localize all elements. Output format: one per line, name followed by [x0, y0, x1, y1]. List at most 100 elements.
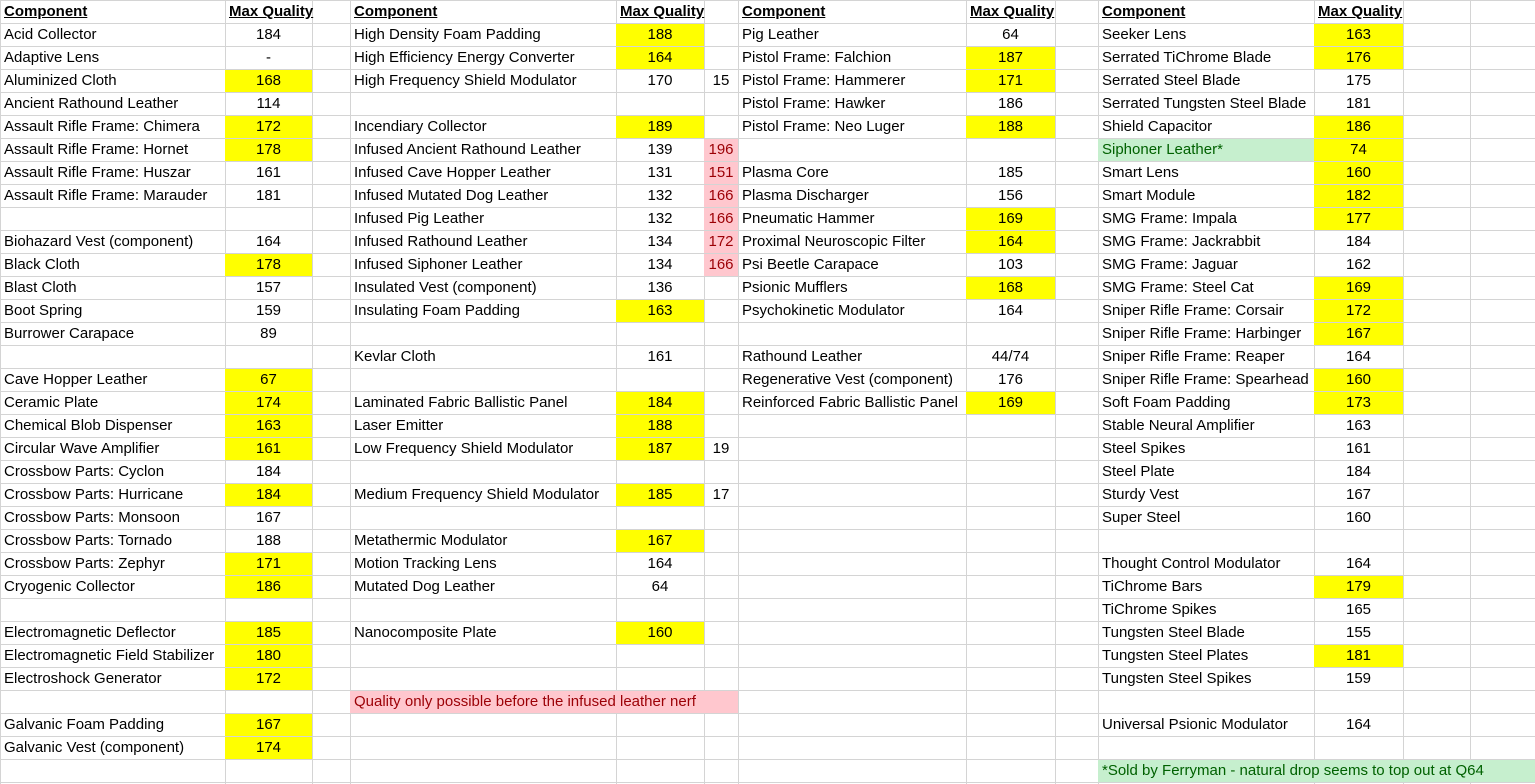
max-quality-value: 156: [997, 187, 1024, 204]
max-quality-value: 181: [255, 187, 282, 204]
max-quality-value: 188: [616, 24, 704, 46]
max-quality-value: 163: [616, 300, 704, 322]
pre-nerf-quality-value: 15: [712, 72, 730, 89]
max-quality-value: 168: [225, 70, 312, 92]
component-name: Pneumatic Hammer: [742, 210, 875, 227]
component-name: Sniper Rifle Frame: Reaper: [1102, 348, 1285, 365]
component-name: Infused Cave Hopper Leather: [354, 164, 551, 181]
max-quality-value: 172: [1314, 300, 1403, 322]
max-quality-value: 169: [1314, 277, 1403, 299]
max-quality-value: 172: [225, 668, 312, 690]
component-name: TiChrome Bars: [1102, 578, 1203, 595]
max-quality-value: 184: [616, 392, 704, 414]
max-quality-value: 159: [255, 302, 282, 319]
max-quality-value: 163: [225, 415, 312, 437]
component-name: SMG Frame: Steel Cat: [1102, 279, 1254, 296]
max-quality-value: 160: [616, 622, 704, 644]
max-quality-value: 164: [255, 233, 282, 250]
component-name: Sniper Rifle Frame: Corsair: [1102, 302, 1284, 319]
max-quality-value: 187: [616, 438, 704, 460]
component-name: Insulated Vest (component): [354, 279, 537, 296]
pre-nerf-quality-value: 166: [704, 254, 738, 276]
component-name: Motion Tracking Lens: [354, 555, 497, 572]
max-quality-value: 184: [255, 26, 282, 43]
max-quality-value: 169: [966, 208, 1055, 230]
component-name: Smart Module: [1102, 187, 1196, 204]
max-quality-value: 160: [1314, 162, 1403, 184]
component-name: Insulating Foam Padding: [354, 302, 520, 319]
max-quality-value: 181: [1314, 645, 1403, 667]
pre-nerf-quality-value: 166: [704, 185, 738, 207]
pre-nerf-quality-value: 166: [704, 208, 738, 230]
component-name: Assault Rifle Frame: Marauder: [4, 187, 208, 204]
component-name: Psychokinetic Modulator: [742, 302, 905, 319]
max-quality-value: 164: [1345, 348, 1372, 365]
column-header-component: Component: [354, 3, 438, 20]
max-quality-value: 64: [651, 578, 669, 595]
component-name: Pistol Frame: Hammerer: [742, 72, 906, 89]
component-name: Steel Plate: [1102, 463, 1175, 480]
max-quality-value: 155: [1345, 624, 1372, 641]
max-quality-value: 161: [225, 438, 312, 460]
component-name: Assault Rifle Frame: Hornet: [4, 141, 189, 158]
column-header-max-quality: Max Quality: [620, 3, 705, 20]
max-quality-value: 186: [1314, 116, 1403, 138]
max-quality-value: 167: [1345, 486, 1372, 503]
max-quality-value: 171: [225, 553, 312, 575]
component-name: Serrated TiChrome Blade: [1102, 49, 1272, 66]
max-quality-value: 178: [225, 139, 312, 161]
max-quality-value: 182: [1314, 185, 1403, 207]
max-quality-value: 185: [616, 484, 704, 506]
component-name: Adaptive Lens: [4, 49, 100, 66]
component-name: TiChrome Spikes: [1102, 601, 1217, 618]
component-name: Galvanic Vest (component): [4, 739, 185, 756]
component-name: Infused Pig Leather: [354, 210, 485, 227]
max-quality-value: 186: [225, 576, 312, 598]
component-name: Incendiary Collector: [354, 118, 487, 135]
max-quality-value: 136: [647, 279, 673, 296]
pre-nerf-quality-value: 17: [712, 486, 730, 503]
component-name: High Density Foam Padding: [354, 26, 541, 43]
component-name: Crossbow Parts: Tornado: [4, 532, 173, 549]
max-quality-value: 188: [255, 532, 282, 549]
component-name: Infused Siphoner Leather: [354, 256, 523, 273]
component-name: High Frequency Shield Modulator: [354, 72, 577, 89]
max-quality-value: 188: [616, 415, 704, 437]
component-name: Electromagnetic Field Stabilizer: [4, 647, 215, 664]
component-name: Black Cloth: [4, 256, 80, 273]
component-name: Infused Mutated Dog Leather: [354, 187, 549, 204]
max-quality-value: 74: [1314, 139, 1403, 161]
note-pre-nerf: Quality only possible before the infused…: [350, 691, 738, 713]
column-header-max-quality: Max Quality: [970, 3, 1055, 20]
max-quality-value: 189: [616, 116, 704, 138]
component-name: Super Steel: [1102, 509, 1181, 526]
max-quality-value: 169: [966, 392, 1055, 414]
component-name: Crossbow Parts: Monsoon: [4, 509, 180, 526]
component-name: Cave Hopper Leather: [4, 371, 148, 388]
max-quality-value: 170: [647, 72, 673, 89]
component-name: Psi Beetle Carapace: [742, 256, 879, 273]
component-name: Acid Collector: [4, 26, 97, 43]
max-quality-value: 174: [225, 392, 312, 414]
component-name: Metathermic Modulator: [354, 532, 508, 549]
component-name: Stable Neural Amplifier: [1102, 417, 1255, 434]
component-name: Serrated Steel Blade: [1102, 72, 1241, 89]
component-name: Universal Psionic Modulator: [1102, 716, 1288, 733]
column-header-max-quality: Max Quality: [229, 3, 314, 20]
max-quality-value: 176: [1314, 47, 1403, 69]
max-quality-value: 157: [255, 279, 282, 296]
component-name: Plasma Core: [742, 164, 829, 181]
max-quality-value: 67: [225, 369, 312, 391]
component-name: Shield Capacitor: [1102, 118, 1213, 135]
max-quality-value: 174: [225, 737, 312, 759]
max-quality-value: 185: [997, 164, 1024, 181]
component-name: Assault Rifle Frame: Huszar: [4, 164, 191, 181]
component-name: Mutated Dog Leather: [354, 578, 495, 595]
max-quality-value: 89: [260, 325, 277, 342]
component-name: High Efficiency Energy Converter: [354, 49, 575, 66]
component-name: Smart Lens: [1102, 164, 1179, 181]
max-quality-value: 180: [225, 645, 312, 667]
pre-nerf-quality-value: 19: [712, 440, 730, 457]
component-name: Electromagnetic Deflector: [4, 624, 176, 641]
component-name: Medium Frequency Shield Modulator: [354, 486, 600, 503]
